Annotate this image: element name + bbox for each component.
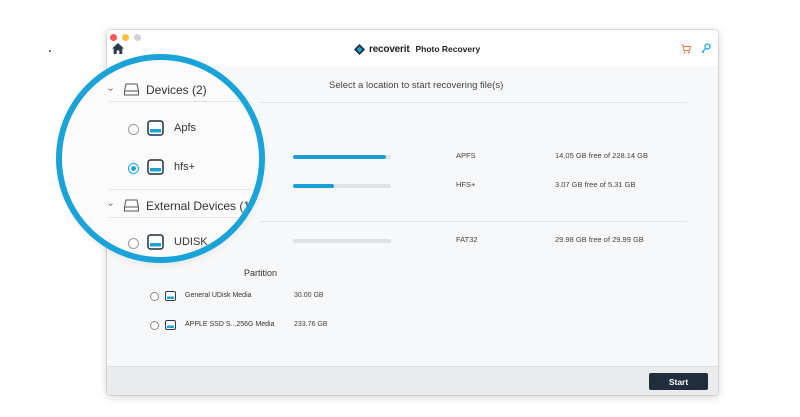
recoverit-logo-icon [354, 43, 365, 55]
divider [109, 101, 259, 102]
sub-item-radio[interactable] [150, 292, 159, 301]
filesystem-label: HFS+ [456, 180, 476, 189]
usage-bar [293, 155, 391, 159]
drive-radio[interactable] [128, 238, 139, 249]
divider [259, 102, 687, 103]
usage-bar [293, 184, 391, 188]
chevron-down-icon[interactable]: › [105, 88, 116, 91]
free-space-label: 3.07 GB free of 5.31 GB [555, 180, 636, 189]
free-space-label: 29.98 GB free of 29.99 GB [555, 235, 644, 244]
app-name: recoverit [369, 43, 410, 55]
filesystem-label: APFS [456, 151, 476, 160]
page-heading: Select a location to start recovering fi… [329, 80, 504, 91]
drive-label: hfs+ [174, 161, 196, 173]
minimize-window-button[interactable] [122, 34, 129, 41]
filesystem-label: FAT32 [456, 235, 478, 244]
free-space-label: 14.05 GB free of 228.14 GB [555, 151, 648, 160]
drive-icon [147, 120, 164, 136]
footer-bar: Start [107, 366, 718, 395]
drive-label: Apfs [174, 122, 197, 134]
drive-radio[interactable] [128, 163, 139, 174]
start-button[interactable]: Start [649, 373, 708, 390]
sub-item-size: 30.00 GB [294, 292, 324, 299]
partition-label: Partition [244, 268, 278, 278]
drive-radio[interactable] [128, 124, 139, 135]
home-icon[interactable] [112, 43, 124, 54]
drive-group-icon [124, 83, 139, 96]
divider [109, 189, 259, 190]
cart-icon[interactable] [681, 44, 691, 54]
sub-item-radio[interactable] [150, 321, 159, 330]
devices-group-label[interactable]: Devices (2) [146, 83, 207, 97]
magnifier-overlay: › Devices (2) Apfs hfs+ › External Devic… [62, 60, 259, 257]
usage-bar-fill [293, 155, 387, 159]
drive-label: UDISK [174, 236, 208, 248]
drive-icon [147, 234, 164, 250]
sub-item-label: APPLE SSD S...256G Media [185, 321, 275, 328]
title-bar: recoverit Photo Recovery [107, 30, 718, 66]
usage-bar-fill [293, 184, 335, 188]
app-brand: recoverit Photo Recovery [354, 42, 480, 56]
external-devices-group-label[interactable]: External Devices (1) [146, 199, 254, 213]
divider [109, 217, 259, 218]
app-suffix: Photo Recovery [415, 44, 481, 54]
drive-icon [147, 159, 164, 175]
maximize-window-button[interactable] [134, 34, 141, 41]
drive-group-icon [124, 199, 139, 212]
stray-dot [49, 50, 51, 52]
sub-item-label: General UDisk Media [185, 292, 252, 299]
close-window-button[interactable] [110, 34, 117, 41]
usage-bar [293, 239, 391, 243]
drive-icon [165, 291, 176, 301]
sub-item-size: 233.76 GB [294, 321, 328, 328]
divider [259, 221, 687, 222]
drive-icon [165, 320, 176, 330]
key-icon[interactable] [701, 43, 711, 54]
chevron-down-icon[interactable]: › [105, 203, 116, 206]
